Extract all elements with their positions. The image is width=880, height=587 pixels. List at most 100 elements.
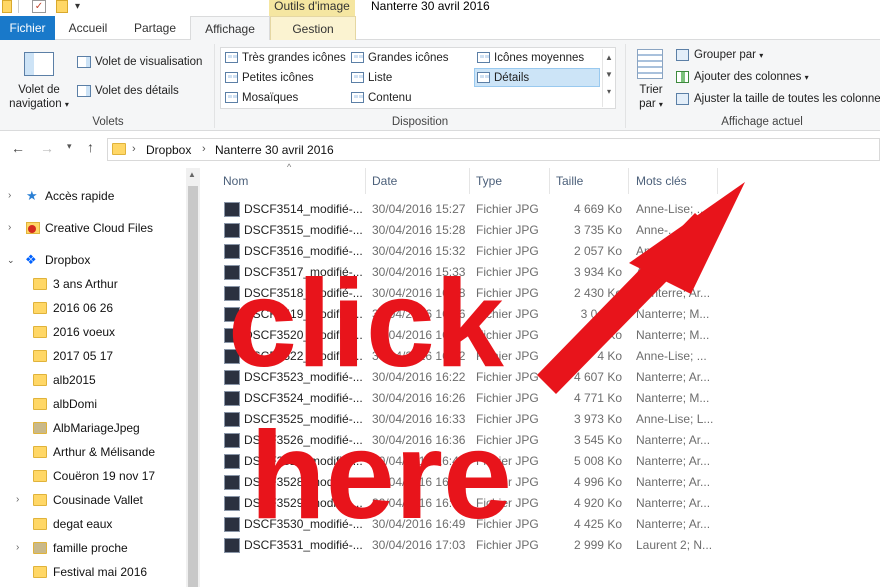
explorer-window: ✓ ▾ Outils d'image Nanterre 30 avril 201… [0, 0, 880, 587]
divider[interactable] [365, 168, 366, 194]
cell-date: 30/04/2016 16:16 [372, 307, 466, 321]
nav-label: Couëron 19 nov 17 [53, 469, 156, 483]
fit-columns-button[interactable]: Ajuster la taille de toutes les colonnes [676, 93, 880, 105]
chevron-right-icon[interactable]: › [16, 488, 19, 512]
chevron-down-icon: ▾ [759, 51, 764, 61]
table-row[interactable]: DSCF3530_modifié-... 30/04/2016 16:49 Fich… [200, 514, 880, 535]
cell-date: 30/04/2016 16:18 [372, 328, 466, 342]
cell-date: 30/04/2016 16:33 [372, 412, 466, 426]
nav-label: Dropbox [45, 253, 91, 267]
scroll-up-icon[interactable]: ▲ [188, 170, 196, 179]
address-row: ← → ▾ ↑ › Dropbox › Nanterre 30 avril 20… [0, 137, 880, 163]
table-row[interactable]: DSCF3517_modifié-... 30/04/2016 15:33 Fich… [200, 262, 880, 283]
cell-date: 30/04/2016 16:36 [372, 433, 466, 447]
layout-details[interactable]: Détails [477, 69, 529, 87]
tab-gestion[interactable]: Gestion [270, 16, 356, 41]
table-row[interactable]: DSCF3520_modifié-... 30/04/2016 16:18 Fich… [200, 325, 880, 346]
chevron-right-icon[interactable]: › [16, 536, 19, 560]
properties-icon[interactable]: ✓ [32, 0, 46, 13]
layout-extra-large-icons[interactable]: Très grandes icônes [225, 49, 346, 67]
chevron-right-icon[interactable]: › [8, 184, 11, 208]
layout-content[interactable]: Contenu [351, 89, 411, 107]
navigation-pane-button[interactable]: Volet de navigation ▾ [8, 83, 70, 112]
layout-small-icons[interactable]: Petites icônes [225, 69, 314, 87]
small-icons-icon [225, 72, 238, 83]
cell-size: 2 999 Ko [573, 538, 622, 552]
chevron-down-icon[interactable]: ⌄ [7, 248, 15, 272]
breadcrumb-dropbox[interactable]: Dropbox [146, 143, 191, 157]
new-folder-icon[interactable] [56, 0, 68, 13]
table-row[interactable]: DSCF3531_modifié-... 30/04/2016 17:03 Fich… [200, 535, 880, 556]
nav-scroll-thumb[interactable] [188, 186, 198, 587]
up-icon[interactable]: ↑ [87, 139, 94, 155]
details-pane-button[interactable]: Volet des détails [77, 85, 179, 97]
add-columns-button[interactable]: Ajouter des colonnes ▾ [676, 71, 809, 83]
column-header-size[interactable]: Taille [556, 168, 583, 194]
cell-type: Fichier JPG [476, 475, 539, 489]
photo-folder-icon [33, 542, 47, 554]
address-bar[interactable]: › Dropbox › Nanterre 30 avril 2016 [107, 138, 880, 161]
photo-folder-icon [33, 422, 47, 434]
table-row[interactable]: DSCF3514_modifié-... 30/04/2016 15:27 Fich… [200, 199, 880, 220]
cell-type: Fichier JPG [476, 391, 539, 405]
column-header-tags[interactable]: Mots clés [636, 168, 687, 194]
recent-locations-icon[interactable]: ▾ [67, 141, 72, 152]
table-row[interactable]: DSCF3524_modifié-... 30/04/2016 16:26 Fich… [200, 388, 880, 409]
layout-label: Petites icônes [242, 72, 314, 84]
divider[interactable] [469, 168, 470, 194]
image-file-icon [224, 517, 240, 532]
layout-medium-icons[interactable]: Icônes moyennes [477, 49, 584, 67]
cell-type: Fichier JPG [476, 517, 539, 531]
table-row[interactable]: DSCF3526_modifié-... 30/04/2016 16:36 Fich… [200, 430, 880, 451]
divider[interactable] [628, 168, 629, 194]
divider[interactable] [717, 168, 718, 194]
file-rows: DSCF3514_modifié-... 30/04/2016 15:27 Fich… [200, 199, 880, 587]
table-row[interactable]: DSCF3516_modifié-... 30/04/2016 15:32 Fich… [200, 241, 880, 262]
table-row[interactable]: DSCF3525_modifié-... 30/04/2016 16:33 Fich… [200, 409, 880, 430]
group-by-button[interactable]: Grouper par ▾ [676, 49, 763, 61]
table-row[interactable]: DSCF3527_modifié-... 30/04/2016 16:44 Fich… [200, 451, 880, 472]
table-row[interactable]: DSCF3528_modifié-... 30/04/2016 16:45 Fich… [200, 472, 880, 493]
table-row[interactable]: DSCF3519_modifié-... 30/04/2016 16:16 Fich… [200, 304, 880, 325]
sort-by-icon[interactable] [637, 49, 663, 79]
cell-tags: Nanterre; Ar... [636, 517, 711, 531]
image-file-icon [224, 349, 240, 364]
cell-tags: Nanterre; M... [636, 328, 710, 342]
ribbon: Volet de navigation ▾ Volet de visualisa… [0, 40, 880, 131]
tab-fichier[interactable]: Fichier [0, 16, 55, 40]
table-row[interactable]: DSCF3523_modifié-... 30/04/2016 16:22 Fich… [200, 367, 880, 388]
back-icon[interactable]: ← [11, 140, 25, 156]
table-row[interactable]: DSCF3522_modifié-... 30/04/2016 16:22 Fich… [200, 346, 880, 367]
column-header-type[interactable]: Type [476, 168, 502, 194]
tab-accueil[interactable]: Accueil [56, 16, 120, 40]
table-row[interactable]: DSCF3518_modifié-... 30/04/2016 16:08 Fich… [200, 283, 880, 304]
chevron-right-icon[interactable]: › [132, 143, 136, 155]
table-row[interactable]: DSCF3515_modifié-... 30/04/2016 15:28 Fich… [200, 220, 880, 241]
layout-label: Mosaïques [242, 92, 299, 104]
column-header-date[interactable]: Date [372, 168, 397, 194]
chevron-right-icon[interactable]: › [202, 143, 206, 155]
layout-list[interactable]: Liste [351, 69, 392, 87]
quick-access-dropdown-icon[interactable]: ▾ [75, 1, 80, 15]
sort-by-button[interactable]: Trier par ▾ [636, 83, 666, 112]
divider[interactable] [549, 168, 550, 194]
layout-large-icons[interactable]: Grandes icônes [351, 49, 449, 67]
column-header-name[interactable]: Nom [223, 168, 248, 194]
table-row[interactable]: DSCF3529_modifié-... 30/04/2016 16:46 Fich… [200, 493, 880, 514]
nav-label: 3 ans Arthur [53, 277, 118, 291]
group-by-icon [676, 49, 689, 61]
preview-pane-button[interactable]: Volet de visualisation [77, 56, 202, 68]
forward-icon[interactable]: → [40, 140, 54, 156]
cell-name: DSCF3515_modifié-... [244, 223, 362, 237]
tab-partage[interactable]: Partage [122, 16, 188, 40]
breadcrumb-current[interactable]: Nanterre 30 avril 2016 [215, 143, 334, 157]
folder-icon [2, 0, 12, 13]
layout-tiles[interactable]: Mosaïques [225, 89, 298, 107]
navigation-pane: › ★ Accès rapide › Creative Cloud Files … [0, 168, 200, 587]
gallery-scroll[interactable]: ▲ ▼ ▾ [602, 49, 615, 107]
tab-affichage[interactable]: Affichage [190, 16, 270, 41]
layout-label: Contenu [368, 92, 412, 104]
navigation-pane-icon[interactable] [24, 52, 54, 76]
folder-icon [33, 350, 47, 362]
chevron-right-icon[interactable]: › [8, 216, 11, 240]
